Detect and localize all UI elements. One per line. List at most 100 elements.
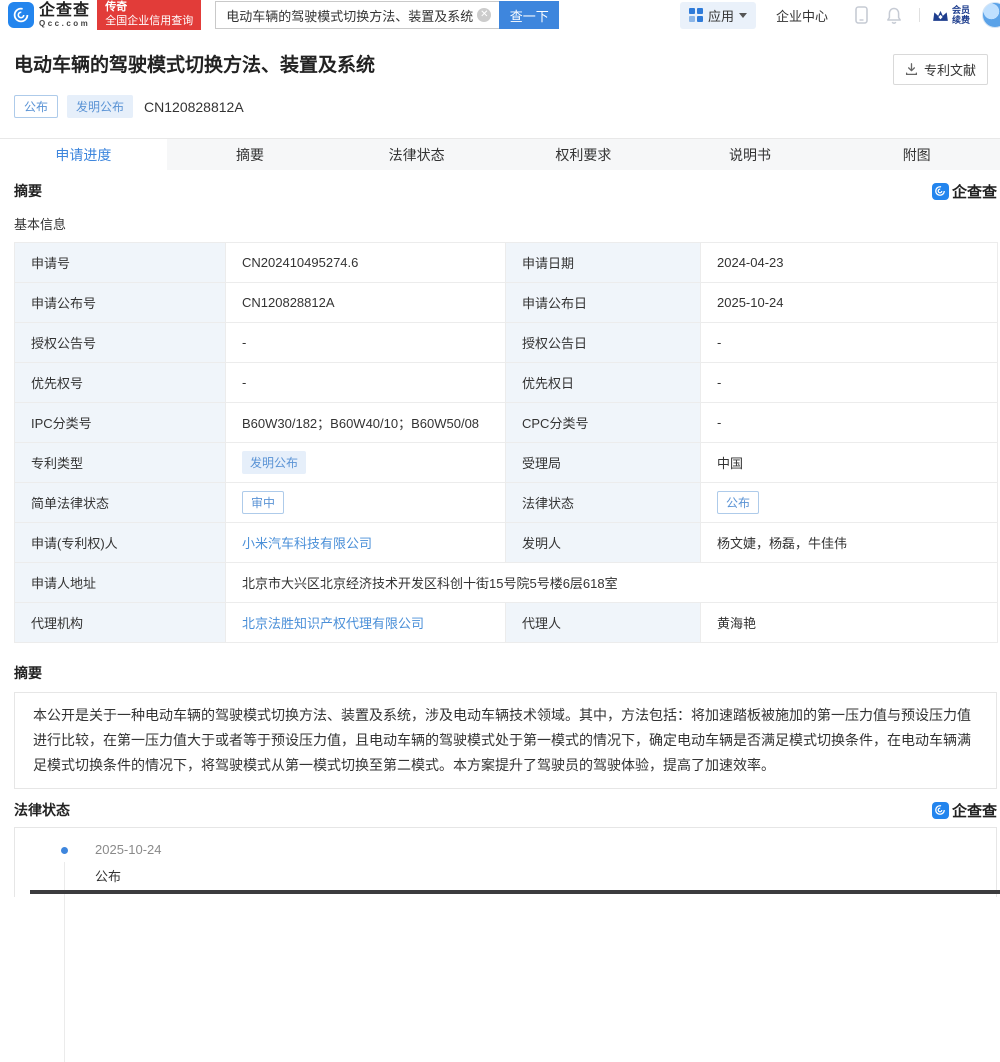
field-value: 杨文婕，杨磊，牛佳伟 <box>701 523 998 563</box>
enterprise-center-link[interactable]: 企业中心 <box>776 6 828 25</box>
field-label: 申请公布号 <box>15 283 226 323</box>
table-row: IPC分类号B60W30/182；B60W40/10；B60W50/08CPC分… <box>15 403 998 443</box>
field-value: - <box>701 363 998 403</box>
nav-divider <box>919 8 920 22</box>
apps-menu[interactable]: 应用 <box>680 2 756 29</box>
timeline-dot-icon <box>61 847 68 854</box>
qcc-watermark: 企查查 <box>932 800 997 821</box>
entity-link[interactable]: 北京法胜知识产权代理有限公司 <box>242 616 424 631</box>
field-value: 中国 <box>701 443 998 483</box>
basic-info-title: 基本信息 <box>14 214 1000 233</box>
vip-renew-button[interactable]: 会员 续费 <box>932 5 970 25</box>
field-label: 专利类型 <box>15 443 226 483</box>
table-row: 优先权号-优先权日- <box>15 363 998 403</box>
field-value: 小米汽车科技有限公司 <box>226 523 506 563</box>
tab-bar: 申请进度摘要法律状态权利要求说明书附图 <box>0 138 1000 170</box>
header-nav: 应用 企业中心 会员 续费 <box>680 2 1000 29</box>
table-row: 授权公告号-授权公告日- <box>15 323 998 363</box>
tab-claims[interactable]: 权利要求 <box>500 139 667 170</box>
qcc-logo-icon <box>8 2 34 28</box>
field-value: B60W30/182；B60W40/10；B60W50/08 <box>226 403 506 443</box>
apps-grid-icon <box>689 8 703 22</box>
timeline-date: 2025-10-24 <box>95 842 996 857</box>
field-label: 代理机构 <box>15 603 226 643</box>
status-badge: 发明公布 <box>242 451 306 474</box>
field-value: 公布 <box>701 483 998 523</box>
status-badge-published: 公布 <box>14 95 58 118</box>
field-value: CN202410495274.6 <box>226 243 506 283</box>
tab-figures[interactable]: 附图 <box>833 139 1000 170</box>
search-input[interactable] <box>215 1 499 29</box>
field-label: 授权公告日 <box>506 323 701 363</box>
field-label: 申请人地址 <box>15 563 226 603</box>
table-row: 申请(专利权)人小米汽车科技有限公司发明人杨文婕，杨磊，牛佳伟 <box>15 523 998 563</box>
brand-slogan-badge: 传奇 全国企业信用查询 <box>97 0 201 30</box>
search-button[interactable]: 查一下 <box>499 1 559 29</box>
qcc-logo[interactable]: 企查查 Qcc.com 传奇 全国企业信用查询 <box>0 0 201 30</box>
field-value: - <box>701 323 998 363</box>
qcc-watermark-icon <box>932 183 949 200</box>
legal-status-timeline: 2025-10-24 公布 <box>14 827 997 897</box>
section-title-abstract: 摘要 <box>14 181 42 201</box>
field-value: 北京市大兴区北京经济技术开发区科创十街15号院5号楼6层618室 <box>226 563 998 603</box>
field-label: IPC分类号 <box>15 403 226 443</box>
tab-abstract[interactable]: 摘要 <box>167 139 334 170</box>
field-value: 北京法胜知识产权代理有限公司 <box>226 603 506 643</box>
field-label: 优先权号 <box>15 363 226 403</box>
tab-legal-status[interactable]: 法律状态 <box>333 139 500 170</box>
mobile-app-icon[interactable] <box>855 6 868 24</box>
field-value: 2024-04-23 <box>701 243 998 283</box>
field-label: 申请公布日 <box>506 283 701 323</box>
top-header: 企查查 Qcc.com 传奇 全国企业信用查询 ✕ 查一下 应用 企业中心 <box>0 0 1000 30</box>
status-badge: 公布 <box>717 491 759 514</box>
notifications-bell-icon[interactable] <box>886 7 902 24</box>
field-value: - <box>226 323 506 363</box>
basic-info-table: 申请号CN202410495274.6申请日期2024-04-23申请公布号CN… <box>14 242 998 643</box>
table-row: 申请号CN202410495274.6申请日期2024-04-23 <box>15 243 998 283</box>
timeline-item: 2025-10-24 公布 <box>15 842 996 885</box>
download-icon <box>905 63 918 76</box>
table-row: 申请公布号CN120828812A申请公布日2025-10-24 <box>15 283 998 323</box>
field-value: 黄海艳 <box>701 603 998 643</box>
type-badge-invention: 发明公布 <box>67 95 133 118</box>
crown-icon <box>932 8 949 23</box>
chevron-down-icon <box>739 13 747 18</box>
header-search: ✕ 查一下 <box>215 1 559 29</box>
tab-description[interactable]: 说明书 <box>667 139 834 170</box>
field-value: - <box>701 403 998 443</box>
field-value: 审中 <box>226 483 506 523</box>
abstract-section-header: 摘要 企查查 <box>14 182 997 200</box>
table-row: 简单法律状态审中 法律状态公布 <box>15 483 998 523</box>
patent-document-button[interactable]: 专利文献 <box>893 54 988 85</box>
field-label: 法律状态 <box>506 483 701 523</box>
user-avatar[interactable] <box>982 2 1000 28</box>
field-label: 申请(专利权)人 <box>15 523 226 563</box>
brand-name: 企查查 <box>39 2 90 19</box>
status-badge: 审中 <box>242 491 284 514</box>
entity-link[interactable]: 小米汽车科技有限公司 <box>242 536 372 551</box>
table-row: 专利类型发明公布 受理局中国 <box>15 443 998 483</box>
qcc-watermark: 企查查 <box>932 181 997 202</box>
field-label: 申请日期 <box>506 243 701 283</box>
brand-domain: Qcc.com <box>39 19 90 28</box>
page-title: 电动车辆的驾驶模式切换方法、装置及系统 <box>14 54 375 78</box>
publication-number: CN120828812A <box>144 99 244 115</box>
field-label: 简单法律状态 <box>15 483 226 523</box>
field-label: 申请号 <box>15 243 226 283</box>
table-row: 申请人地址北京市大兴区北京经济技术开发区科创十街15号院5号楼6层618室 <box>15 563 998 603</box>
field-value: 发明公布 <box>226 443 506 483</box>
timeline-status: 公布 <box>95 866 996 885</box>
field-label: CPC分类号 <box>506 403 701 443</box>
field-value: - <box>226 363 506 403</box>
abstract-text: 本公开是关于一种电动车辆的驾驶模式切换方法、装置及系统，涉及电动车辆技术领域。其… <box>14 692 997 789</box>
abstract-text-title: 摘要 <box>14 663 1000 683</box>
apps-label: 应用 <box>708 6 734 25</box>
tab-progress[interactable]: 申请进度 <box>0 139 167 170</box>
section-title-legal-status: 法律状态 <box>14 800 70 820</box>
field-label: 代理人 <box>506 603 701 643</box>
field-label: 受理局 <box>506 443 701 483</box>
patent-header: 电动车辆的驾驶模式切换方法、装置及系统 专利文献 公布 发明公布 CN12082… <box>0 30 1000 118</box>
bottom-edge-bar <box>30 890 1000 894</box>
field-value: 2025-10-24 <box>701 283 998 323</box>
field-label: 优先权日 <box>506 363 701 403</box>
